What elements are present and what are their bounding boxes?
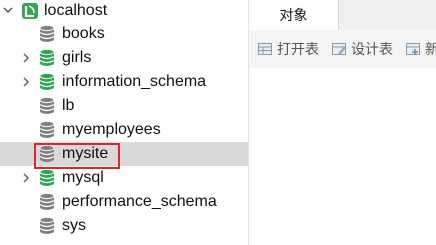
object-toolbar: 打开表 设计表 新	[249, 30, 436, 68]
database-icon	[39, 216, 55, 234]
chevron-down-icon[interactable]	[2, 4, 14, 16]
table-icon	[258, 43, 272, 55]
tree-item-label: performance_schema	[62, 193, 217, 210]
chevron-right-icon[interactable]	[20, 51, 32, 65]
chevron-right-icon[interactable]	[20, 75, 32, 89]
database-icon	[39, 144, 55, 162]
tree-item-lb[interactable]: lb	[0, 94, 248, 118]
tree-item-label: books	[62, 25, 105, 42]
tab-objects[interactable]: 对象	[249, 0, 339, 30]
design-table-icon	[332, 43, 346, 55]
tree-item-label: mysite	[62, 145, 109, 162]
tree-item-performance-schema[interactable]: performance_schema	[0, 190, 248, 214]
database-icon	[39, 48, 55, 66]
database-icon	[39, 72, 55, 90]
tree-item-label: sys	[62, 217, 86, 234]
database-icon	[39, 96, 55, 114]
tree-item-sys[interactable]: sys	[0, 214, 248, 238]
object-list-area[interactable]	[249, 68, 436, 245]
open-table-button[interactable]: 打开表	[257, 30, 319, 68]
design-table-button[interactable]: 设计表	[331, 30, 397, 68]
new-table-button[interactable]: 新	[405, 30, 436, 68]
main-panel: 对象 打开表 设计表 新	[249, 0, 436, 245]
tree-item-information-schema[interactable]: information_schema	[0, 70, 248, 94]
database-icon	[39, 192, 55, 210]
new-table-label: 新	[425, 41, 436, 57]
tree-item-label: lb	[62, 97, 75, 114]
tree-item-label: girls	[62, 49, 92, 66]
database-icon	[39, 168, 55, 186]
tree-item-label: information_schema	[62, 73, 207, 90]
chevron-right-icon[interactable]	[20, 171, 32, 185]
design-table-label: 设计表	[351, 41, 393, 57]
tree-item-mysql[interactable]: mysql	[0, 166, 248, 190]
tree-item-mysite[interactable]: mysite	[0, 142, 248, 166]
connection-icon	[22, 3, 38, 19]
tree-item-localhost[interactable]: localhost	[0, 0, 248, 24]
connection-label: localhost	[44, 2, 108, 19]
new-table-icon	[406, 43, 420, 55]
tab-bar: 对象	[249, 0, 436, 30]
tree-item-girls[interactable]: girls	[0, 46, 248, 70]
open-table-label: 打开表	[277, 41, 319, 57]
database-icon	[39, 120, 55, 138]
tree-item-label: mysql	[62, 169, 104, 186]
navigator-sidebar: localhost books girls information_schemalb…	[0, 0, 249, 245]
database-icon	[39, 24, 55, 42]
tree-item-books[interactable]: books	[0, 22, 248, 46]
tree-item-myemployees[interactable]: myemployees	[0, 118, 248, 142]
tree-item-label: myemployees	[62, 121, 161, 138]
